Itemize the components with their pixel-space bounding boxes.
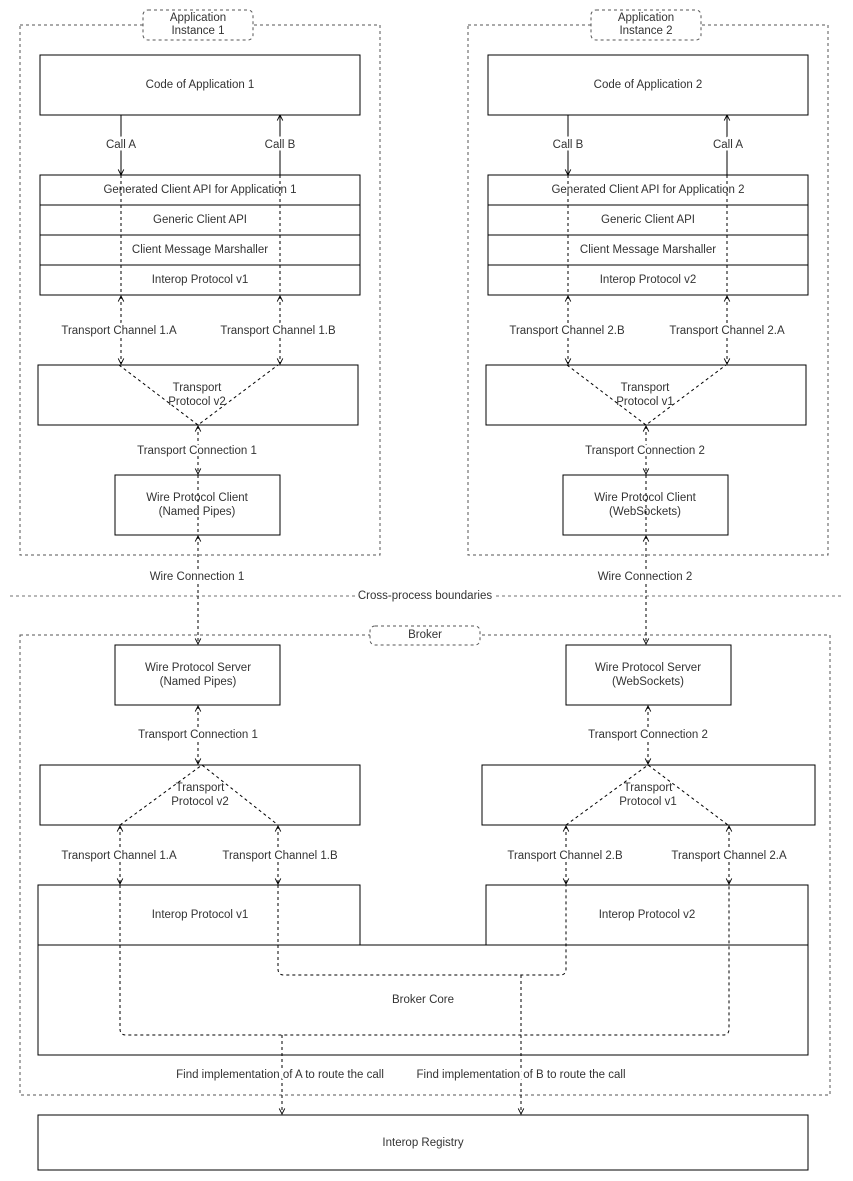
find-a-label: Find implementation of A to route the ca…	[176, 1069, 384, 1081]
channel-label: Transport Channel 1.A	[61, 850, 177, 862]
connection-label: Transport Connection 1	[137, 445, 257, 457]
broker-group-label: Broker	[408, 629, 442, 641]
transport-label: Protocol v2	[168, 396, 226, 408]
stack-item: Generated Client API for Application 1	[103, 184, 296, 196]
stack-item: Interop Protocol v1	[152, 274, 249, 286]
stack-item: Generated Client API for Application 2	[551, 184, 744, 196]
wire-server-label: (Named Pipes)	[160, 676, 237, 688]
wire-client-label: Wire Protocol Client	[594, 492, 696, 504]
wire-connection-label: Wire Connection 1	[150, 571, 245, 583]
call-b-label: Call B	[553, 139, 584, 151]
stack-item: Generic Client API	[601, 214, 695, 226]
app-2-group-label-line2: Instance 2	[619, 25, 672, 37]
channel-label: Transport Channel 2.B	[507, 850, 623, 862]
broker-transport-protocol-2	[481, 764, 816, 826]
channel-label: Transport Channel 2.A	[669, 325, 785, 337]
app-1-group-label: Application	[170, 12, 226, 24]
call-a-label: Call A	[713, 139, 743, 151]
transport-label: Transport	[173, 382, 223, 394]
broker-transport-protocol-1	[39, 764, 361, 826]
channel-label: Transport Channel 2.B	[509, 325, 625, 337]
connection-label: Transport Connection 2	[585, 445, 705, 457]
interop-registry-label: Interop Registry	[382, 1137, 463, 1149]
stack-item: Client Message Marshaller	[580, 244, 716, 256]
wire-protocol-server-2	[565, 644, 732, 706]
stack-item: Client Message Marshaller	[132, 244, 268, 256]
broker-core-label: Broker Core	[392, 994, 454, 1006]
transport-label: Transport	[176, 782, 226, 794]
code-app-1-label: Code of Application 1	[146, 79, 255, 91]
wire-client-label: Wire Protocol Client	[146, 492, 248, 504]
wire-client-label: (WebSockets)	[609, 506, 681, 518]
connection-label: Transport Connection 1	[138, 729, 258, 741]
cross-process-boundary-label: Cross-process boundaries	[358, 590, 492, 602]
channel-label: Transport Channel 1.A	[61, 325, 177, 337]
wire-connection-label: Wire Connection 2	[598, 571, 693, 583]
app-2-group-label: Application	[618, 12, 674, 24]
transport-label: Protocol v1	[616, 396, 674, 408]
transport-protocol-app-2	[485, 364, 807, 426]
wire-protocol-server-1	[114, 644, 281, 706]
app-1-group-label-line2: Instance 1	[171, 25, 224, 37]
channel-label: Transport Channel 2.A	[671, 850, 787, 862]
interop-v2-label: Interop Protocol v2	[599, 909, 696, 921]
wire-server-label: Wire Protocol Server	[595, 662, 701, 674]
code-app-2-label: Code of Application 2	[594, 79, 703, 91]
channel-label: Transport Channel 1.B	[222, 850, 338, 862]
transport-label: Transport	[624, 782, 674, 794]
transport-label: Transport	[621, 382, 671, 394]
architecture-diagram: Application Instance 1 Code of Applicati…	[10, 9, 843, 1171]
call-b-label: Call B	[265, 139, 296, 151]
find-b-label: Find implementation of B to route the ca…	[416, 1069, 625, 1081]
call-a-label: Call A	[106, 139, 136, 151]
stack-item: Interop Protocol v2	[600, 274, 697, 286]
wire-server-label: (WebSockets)	[612, 676, 684, 688]
connection-label: Transport Connection 2	[588, 729, 708, 741]
interop-v1-label: Interop Protocol v1	[152, 909, 249, 921]
wire-server-label: Wire Protocol Server	[145, 662, 251, 674]
stack-item: Generic Client API	[153, 214, 247, 226]
transport-label: Protocol v2	[171, 796, 229, 808]
transport-label: Protocol v1	[619, 796, 677, 808]
wire-client-label: (Named Pipes)	[159, 506, 236, 518]
channel-label: Transport Channel 1.B	[220, 325, 336, 337]
transport-protocol-app-1	[37, 364, 359, 426]
